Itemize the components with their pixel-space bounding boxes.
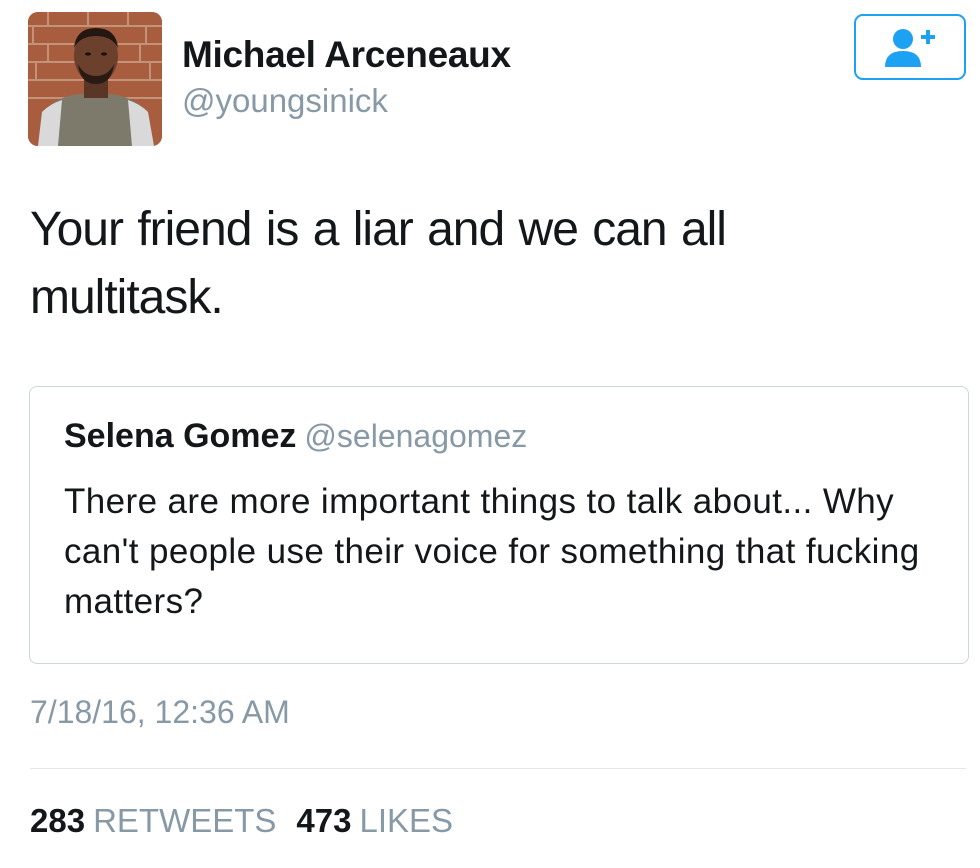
tweet-stats: 283 RETWEETS 473 LIKES xyxy=(30,802,453,840)
author-name[interactable]: Michael Arceneaux xyxy=(182,34,511,76)
tweet-timestamp: 7/18/16, 12:36 AM xyxy=(30,694,290,730)
retweets-label: RETWEETS xyxy=(93,802,277,839)
retweets-count: 283 xyxy=(30,802,86,839)
quoted-tweet-author: Selena Gomez @selenagomez xyxy=(64,417,527,456)
likes-stat[interactable]: 473 LIKES xyxy=(296,802,453,840)
follow-user-plus-icon xyxy=(885,29,935,67)
likes-label: LIKES xyxy=(359,802,454,839)
retweets-stat[interactable]: 283 RETWEETS xyxy=(30,802,276,840)
avatar-photo xyxy=(28,12,162,146)
divider xyxy=(30,768,966,769)
quoted-author-handle: @selenagomez xyxy=(304,418,528,454)
follow-button[interactable] xyxy=(854,14,966,80)
tweet-text: Your friend is a liar and we can all mul… xyxy=(30,203,727,324)
likes-count: 473 xyxy=(296,802,352,839)
quoted-author-name: Selena Gomez xyxy=(64,417,297,455)
author-handle[interactable]: @youngsinick xyxy=(182,82,388,120)
author-avatar[interactable] xyxy=(28,12,162,146)
quoted-tweet-card[interactable]: Selena Gomez @selenagomez There are more … xyxy=(29,386,969,664)
quoted-tweet-text: There are more important things to talk … xyxy=(64,482,920,621)
